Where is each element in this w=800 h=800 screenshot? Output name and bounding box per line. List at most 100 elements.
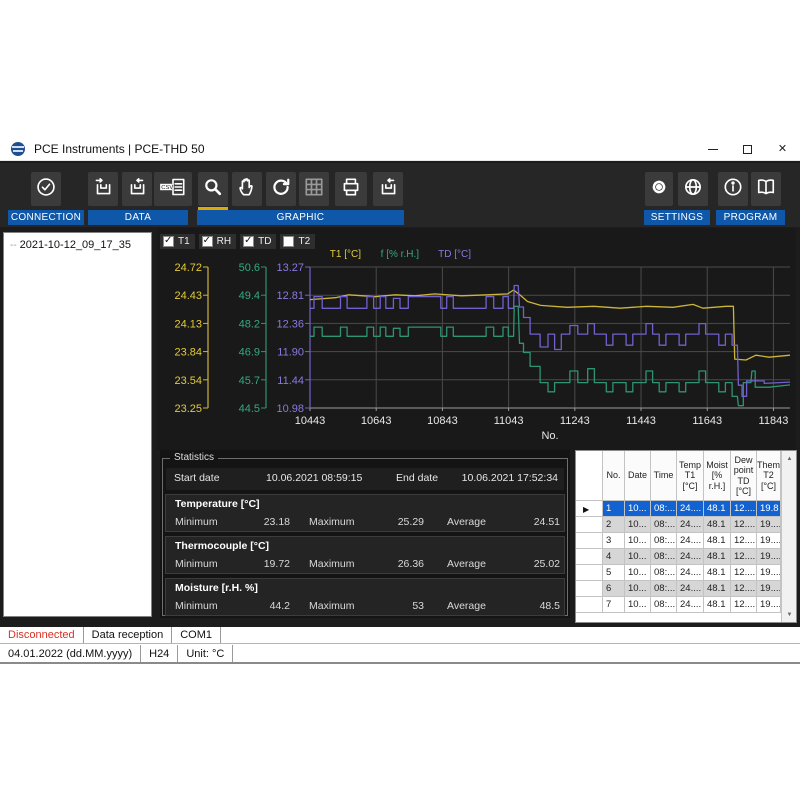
y-tick-label: 12.81	[276, 290, 304, 302]
table-cell[interactable]: 19....	[757, 517, 781, 533]
table-cell[interactable]: 10...	[625, 581, 651, 597]
checkbox-unchecked-icon[interactable]	[283, 236, 294, 247]
series-checkbox-td[interactable]: TD	[240, 234, 276, 249]
table-cell[interactable]: 08:...	[651, 565, 677, 581]
minimize-icon	[708, 149, 718, 150]
table-cell[interactable]: 19....	[757, 533, 781, 549]
table-cell[interactable]: 7	[603, 597, 625, 613]
table-column-header[interactable]: No.	[603, 451, 625, 501]
y-tick-label: 24.72	[174, 262, 202, 274]
table-cell[interactable]: 4	[603, 549, 625, 565]
table-cell[interactable]: 12....	[731, 581, 757, 597]
table-cell[interactable]: 19.8	[757, 501, 781, 517]
table-cell[interactable]: 10...	[625, 517, 651, 533]
table-cell[interactable]: 19....	[757, 549, 781, 565]
x-tick-label: 10843	[427, 415, 458, 427]
table-cell[interactable]: 6	[603, 581, 625, 597]
table-cell[interactable]: 10...	[625, 501, 651, 517]
table-cell[interactable]: 24....	[677, 501, 704, 517]
csv-export-button[interactable]: CSV	[154, 172, 192, 206]
settings-button[interactable]	[645, 172, 673, 206]
table-cell[interactable]: 10...	[625, 533, 651, 549]
save-graphic-button[interactable]	[373, 172, 403, 206]
table-cell[interactable]: 48.1	[704, 581, 731, 597]
table-cell[interactable]: 24....	[677, 517, 704, 533]
table-cell[interactable]: 12....	[731, 501, 757, 517]
pan-tool-button[interactable]	[232, 172, 262, 206]
table-cell[interactable]: 24....	[677, 565, 704, 581]
table-column-header[interactable]: Date	[625, 451, 651, 501]
checkbox-checked-icon[interactable]	[163, 236, 174, 247]
table-cell[interactable]: 08:...	[651, 581, 677, 597]
table-cell[interactable]: 5	[603, 565, 625, 581]
close-icon: ✕	[778, 144, 787, 155]
connect-button[interactable]	[31, 172, 61, 206]
manual-button[interactable]	[751, 172, 781, 206]
language-button[interactable]	[678, 172, 708, 206]
table-column-header[interactable]: Time	[651, 451, 677, 501]
x-axis-title: No.	[541, 430, 558, 442]
table-cell[interactable]: 48.1	[704, 501, 731, 517]
table-column-header[interactable]: DewpointTD[°C]	[731, 451, 757, 501]
statistics-section-title: Thermocouple [°C]	[175, 540, 269, 552]
table-column-header[interactable]: Moist[%r.H.]	[704, 451, 731, 501]
axis-title-rh: f [% r.H.]	[363, 249, 419, 260]
table-cell[interactable]: 2	[603, 517, 625, 533]
table-cell[interactable]: 24....	[677, 533, 704, 549]
table-cell[interactable]: 48.1	[704, 597, 731, 613]
table-cell[interactable]: 24....	[677, 581, 704, 597]
table-cell[interactable]: 19....	[757, 597, 781, 613]
grid-toggle-button[interactable]	[299, 172, 329, 206]
table-cell[interactable]: 19....	[757, 565, 781, 581]
line-chart[interactable]: 1044310643108431104311243114431164311843…	[156, 260, 796, 448]
checkbox-checked-icon[interactable]	[243, 236, 254, 247]
table-cell[interactable]: 08:...	[651, 517, 677, 533]
scroll-down-icon[interactable]: ▼	[782, 607, 797, 622]
close-button[interactable]: ✕	[765, 137, 800, 161]
series-checkbox-t1[interactable]: T1	[160, 234, 195, 249]
table-cell[interactable]: 12....	[731, 565, 757, 581]
table-cell[interactable]: 48.1	[704, 549, 731, 565]
maximize-icon	[743, 145, 752, 154]
table-cell[interactable]: 24....	[677, 549, 704, 565]
table-cell[interactable]: 08:...	[651, 549, 677, 565]
reset-view-button[interactable]	[266, 172, 296, 206]
table-cell[interactable]: 10...	[625, 597, 651, 613]
table-cell[interactable]: 12....	[731, 533, 757, 549]
table-cell[interactable]: 24....	[677, 597, 704, 613]
table-cell[interactable]: 10...	[625, 565, 651, 581]
save-data-button[interactable]	[88, 172, 118, 206]
series-checkbox-label: RH	[217, 236, 231, 247]
x-tick-label: 11443	[626, 415, 656, 427]
zoom-tool-button[interactable]	[198, 172, 228, 206]
table-column-header[interactable]: ThemT2[°C]	[757, 451, 781, 501]
table-cell[interactable]: 48.1	[704, 533, 731, 549]
table-cell[interactable]: 10...	[625, 549, 651, 565]
table-scrollbar[interactable]: ▲ ▼	[781, 451, 796, 622]
table-cell[interactable]: 48.1	[704, 565, 731, 581]
status-bar-settings: 04.01.2022 (dd.MM.yyyy)H24Unit: °C	[0, 645, 800, 662]
table-cell[interactable]: 12....	[731, 517, 757, 533]
table-cell[interactable]: 12....	[731, 549, 757, 565]
table-cell[interactable]: 3	[603, 533, 625, 549]
table-cell[interactable]: 08:...	[651, 533, 677, 549]
series-checkbox-rh[interactable]: RH	[199, 234, 236, 249]
table-cell[interactable]: 12....	[731, 597, 757, 613]
table-cell[interactable]: 08:...	[651, 501, 677, 517]
table-cell[interactable]: 1	[603, 501, 625, 517]
load-data-button[interactable]	[122, 172, 152, 206]
checkbox-checked-icon[interactable]	[202, 236, 213, 247]
maximum-label: Maximum	[309, 558, 355, 570]
series-checkbox-t2[interactable]: T2	[280, 234, 315, 249]
scroll-up-icon[interactable]: ▲	[782, 451, 797, 466]
info-button[interactable]	[718, 172, 748, 206]
minimize-button[interactable]	[695, 137, 730, 161]
table-column-header[interactable]: TempT1[°C]	[677, 451, 704, 501]
table-cell[interactable]: 08:...	[651, 597, 677, 613]
table-cell[interactable]: 19....	[757, 581, 781, 597]
print-button[interactable]	[335, 172, 367, 206]
table-cell[interactable]: 48.1	[704, 517, 731, 533]
maximize-button[interactable]	[730, 137, 765, 161]
tree-item-measurement[interactable]: -- 2021-10-12_09_17_35	[10, 239, 151, 251]
graph-panel: T1RHTDT2 T1 [°C] f [% r.H.] TD [°C] 1044…	[157, 228, 796, 450]
